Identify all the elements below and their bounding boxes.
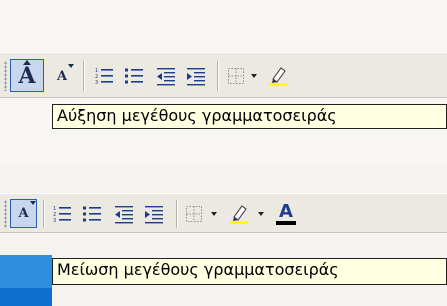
borders-icon (228, 68, 244, 84)
bullets-button[interactable] (78, 200, 106, 228)
grow-font-button[interactable]: A (10, 59, 44, 92)
taskbar-edge (0, 255, 52, 306)
numbered-list-icon: 1 2 3 (95, 68, 113, 86)
borders-icon (186, 206, 202, 222)
decrease-indent-button[interactable] (110, 200, 138, 228)
shrink-font-icon: A (57, 63, 75, 83)
toolbar-grip[interactable] (4, 200, 7, 228)
bulleted-list-icon (83, 206, 101, 222)
bullets-button[interactable] (120, 61, 148, 91)
formatting-toolbar-top: A A 1 2 3 (0, 52, 447, 98)
increase-indent-icon (145, 206, 163, 224)
increase-indent-icon (187, 68, 205, 86)
numbered-list-icon: 1 2 3 (53, 206, 71, 224)
highlight-button[interactable] (264, 61, 292, 91)
tooltip-text: Μείωση μεγέθους γραμματοσειράς (57, 260, 339, 279)
increase-indent-button[interactable] (140, 200, 168, 228)
highlight-pen-icon (269, 67, 287, 86)
numbering-button[interactable]: 1 2 3 (48, 200, 76, 228)
decrease-indent-icon (157, 68, 175, 86)
toolbar-separator (83, 61, 84, 91)
tooltip: Μείωση μεγέθους γραμματοσειράς (52, 258, 447, 285)
highlight-pen-icon (230, 205, 248, 224)
borders-button[interactable] (182, 200, 220, 228)
decrease-indent-button[interactable] (152, 61, 180, 91)
increase-indent-button[interactable] (182, 61, 210, 91)
toolbar-separator (43, 200, 44, 228)
font-color-button[interactable]: A (272, 199, 300, 229)
toolbar-separator (217, 61, 218, 91)
toolbar-grip[interactable] (4, 61, 7, 91)
shrink-font-button[interactable]: A (10, 199, 37, 228)
font-color-icon: A (276, 203, 296, 225)
bulleted-list-icon (125, 68, 143, 84)
borders-button[interactable] (224, 61, 260, 91)
grow-font-icon: A (18, 59, 36, 87)
numbering-button[interactable]: 1 2 3 (90, 61, 118, 91)
toolbar-separator (176, 200, 177, 228)
tooltip: Αύξηση μεγέθους γραμματοσειράς (52, 104, 447, 129)
decrease-indent-icon (115, 206, 133, 224)
chevron-down-icon[interactable] (251, 74, 257, 78)
shrink-font-button[interactable]: A (48, 61, 76, 91)
bottom-background (0, 166, 447, 306)
shrink-font-icon: A (18, 201, 36, 220)
formatting-toolbar-bottom: A 1 2 3 A (0, 193, 447, 233)
chevron-down-icon[interactable] (258, 212, 264, 216)
svg-text:3: 3 (95, 80, 98, 86)
svg-text:3: 3 (53, 218, 56, 224)
chevron-down-icon[interactable] (211, 212, 217, 216)
tooltip-text: Αύξηση μεγέθους γραμματοσειράς (57, 106, 337, 125)
highlight-button[interactable] (224, 200, 268, 228)
